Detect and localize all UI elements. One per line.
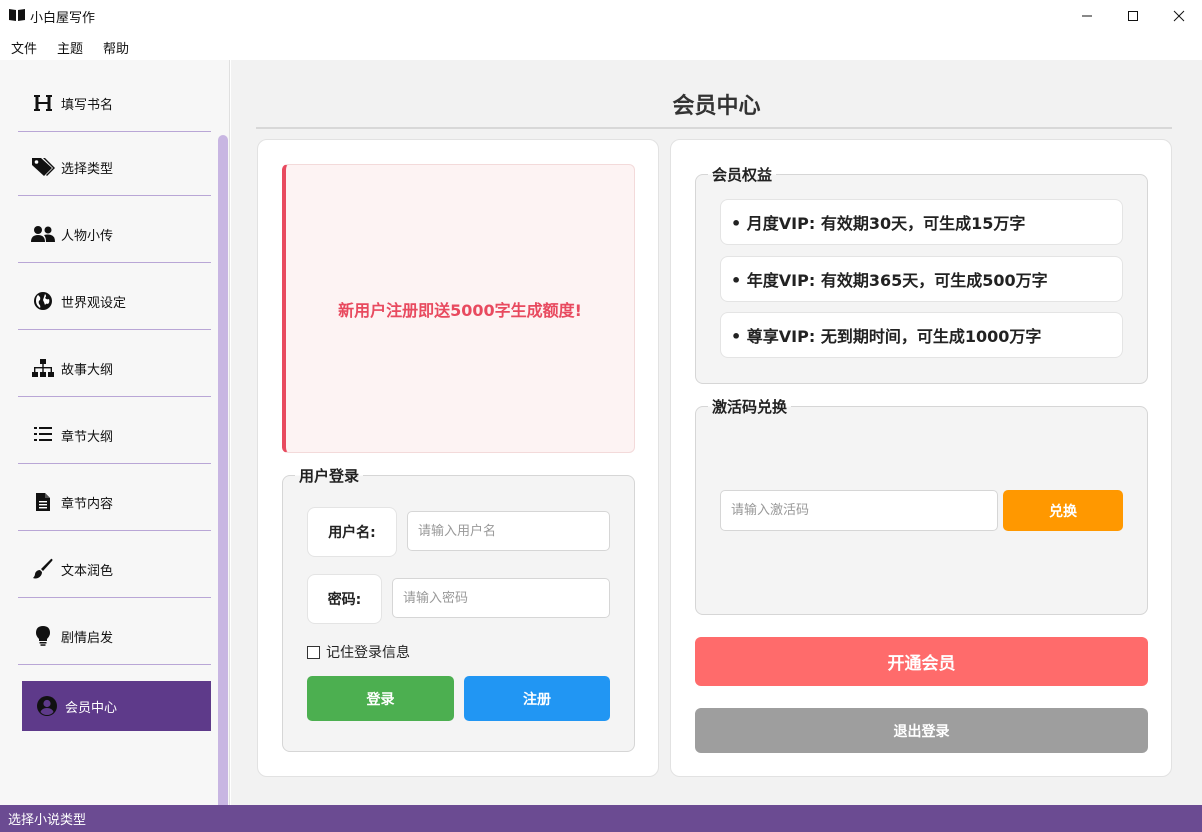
remember-login-row[interactable]: 记住登录信息 <box>307 642 410 662</box>
sidebar-item-genre[interactable]: 选择类型 <box>18 139 211 196</box>
heading-icon <box>30 90 56 116</box>
paint-brush-icon <box>30 556 56 582</box>
sidebar: 填写书名 选择类型 人物小传 世界观设定 故事大纲 章节大纲 章节内容 文本润色… <box>0 60 230 832</box>
menu-help[interactable]: 帮助 <box>103 38 129 57</box>
title-bar: 小白屋写作 <box>0 0 1202 32</box>
activation-code-input[interactable] <box>720 490 998 531</box>
remember-checkbox[interactable] <box>307 645 320 659</box>
sidebar-item-member-center[interactable]: 会员中心 <box>22 681 211 731</box>
sidebar-item-label: 文本润色 <box>61 563 114 579</box>
menu-theme[interactable]: 主题 <box>57 38 83 57</box>
login-group: 用户登录 用户名: 密码: 记住登录信息 登录 注册 <box>282 465 635 752</box>
login-button[interactable]: 登录 <box>307 676 454 721</box>
benefits-group-title: 会员权益 <box>708 164 777 185</box>
benefit-item: • 尊享VIP: 无到期时间，可生成1000万字 <box>720 312 1123 358</box>
numbered-list-icon <box>30 422 56 448</box>
promo-banner: 新用户注册即送5000字生成额度! <box>282 164 635 453</box>
sidebar-item-label: 人物小传 <box>61 228 114 244</box>
maximize-button[interactable] <box>1110 0 1156 32</box>
password-label: 密码: <box>307 574 382 624</box>
logout-button[interactable]: 退出登录 <box>695 708 1148 753</box>
sitemap-icon <box>30 355 56 381</box>
status-bar: 选择小说类型 <box>0 805 1202 832</box>
maximize-icon <box>1128 11 1138 21</box>
sidebar-item-label: 章节内容 <box>61 496 114 512</box>
sidebar-item-characters[interactable]: 人物小传 <box>18 206 211 263</box>
user-circle-icon <box>34 693 60 719</box>
username-input[interactable] <box>407 511 610 551</box>
status-text: 选择小说类型 <box>8 813 87 828</box>
username-label: 用户名: <box>307 507 397 557</box>
sidebar-item-text-polish[interactable]: 文本润色 <box>18 541 211 598</box>
page-title: 会员中心 <box>672 94 761 119</box>
sidebar-item-story-outline[interactable]: 故事大纲 <box>18 340 211 397</box>
open-membership-button[interactable]: 开通会员 <box>695 637 1148 686</box>
sidebar-item-plot-inspiration[interactable]: 剧情启发 <box>18 608 211 665</box>
benefit-item: • 年度VIP: 有效期365天，可生成500万字 <box>720 256 1123 302</box>
sidebar-item-label: 会员中心 <box>65 700 118 716</box>
sidebar-scrollbar[interactable] <box>218 135 228 832</box>
login-group-title: 用户登录 <box>295 465 364 486</box>
sidebar-item-label: 故事大纲 <box>61 362 114 378</box>
minimize-button[interactable] <box>1064 0 1110 32</box>
password-input[interactable] <box>392 578 610 618</box>
globe-icon <box>30 288 56 314</box>
minimize-icon <box>1082 15 1092 17</box>
tags-icon <box>30 154 56 180</box>
benefit-item: • 月度VIP: 有效期30天，可生成15万字 <box>720 199 1123 245</box>
redeem-button[interactable]: 兑换 <box>1003 490 1123 531</box>
sidebar-item-label: 世界观设定 <box>61 295 127 311</box>
window-title: 小白屋写作 <box>30 11 96 26</box>
main-content: 会员中心 新用户注册即送5000字生成额度! 用户登录 用户名: 密码: 记住登… <box>231 60 1202 805</box>
promo-text: 新用户注册即送5000字生成额度! <box>338 300 582 320</box>
lightbulb-icon <box>30 623 56 649</box>
sidebar-item-chapter-outline[interactable]: 章节大纲 <box>18 407 211 464</box>
sidebar-item-label: 选择类型 <box>61 161 114 177</box>
close-button[interactable] <box>1156 0 1202 32</box>
membership-card: 会员权益 • 月度VIP: 有效期30天，可生成15万字 • 年度VIP: 有效… <box>670 139 1172 777</box>
redeem-group: 激活码兑换 兑换 <box>695 396 1148 615</box>
remember-label: 记住登录信息 <box>326 645 410 661</box>
menu-bar: 文件 主题 帮助 <box>0 32 1202 60</box>
sidebar-item-label: 章节大纲 <box>61 429 114 445</box>
sidebar-item-label: 剧情启发 <box>61 630 114 646</box>
file-text-icon <box>30 489 56 515</box>
sidebar-item-label: 填写书名 <box>61 97 114 113</box>
book-icon <box>8 8 26 22</box>
register-button[interactable]: 注册 <box>464 676 610 721</box>
sidebar-item-chapter-content[interactable]: 章节内容 <box>18 474 211 531</box>
benefits-group: 会员权益 • 月度VIP: 有效期30天，可生成15万字 • 年度VIP: 有效… <box>695 164 1148 384</box>
login-card: 新用户注册即送5000字生成额度! 用户登录 用户名: 密码: 记住登录信息 登… <box>257 139 659 777</box>
users-icon <box>30 221 56 247</box>
sidebar-item-book-title[interactable]: 填写书名 <box>18 75 211 132</box>
close-icon <box>1173 10 1185 22</box>
title-divider <box>256 127 1172 129</box>
sidebar-item-worldview[interactable]: 世界观设定 <box>18 273 211 330</box>
menu-file[interactable]: 文件 <box>11 38 37 57</box>
redeem-group-title: 激活码兑换 <box>708 396 792 417</box>
